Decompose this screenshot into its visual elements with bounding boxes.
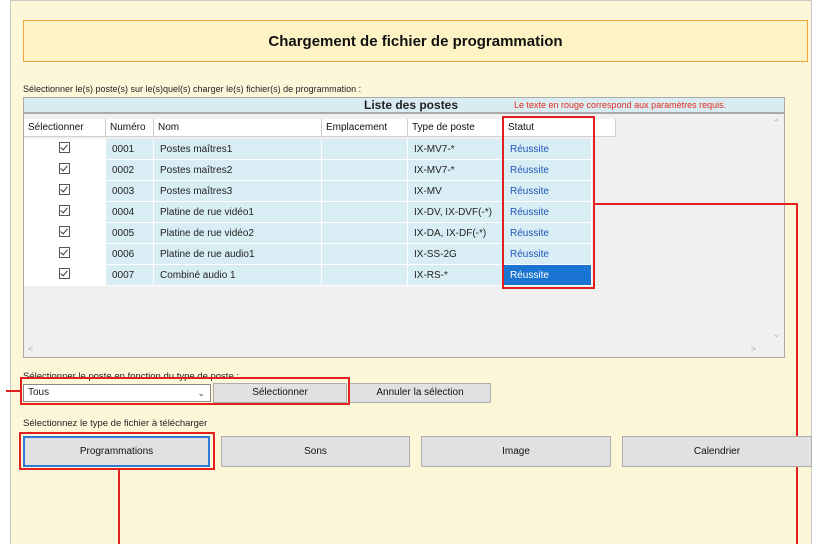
- image-button[interactable]: Image: [421, 436, 611, 467]
- scroll-up-icon[interactable]: ⌃: [773, 118, 780, 127]
- row-number: 0003: [106, 181, 154, 202]
- checkbox-checked-icon[interactable]: [59, 142, 70, 153]
- horizontal-scrollbar[interactable]: < >: [24, 343, 784, 357]
- row-name: Platine de rue audio1: [154, 244, 322, 265]
- row-number: 0002: [106, 160, 154, 181]
- row-name: Platine de rue vidéo1: [154, 202, 322, 223]
- row-checkbox[interactable]: [24, 139, 106, 160]
- required-params-note: Le texte en rouge correspond aux paramèt…: [514, 100, 727, 110]
- sons-button[interactable]: Sons: [221, 436, 410, 467]
- row-type: IX-RS-*: [408, 265, 504, 286]
- row-name: Platine de rue vidéo2: [154, 223, 322, 244]
- scroll-left-icon[interactable]: <: [28, 344, 33, 354]
- programmations-callout: [19, 432, 215, 470]
- row-number: 0004: [106, 202, 154, 223]
- callout-line: [595, 203, 798, 205]
- page-title: Chargement de fichier de programmation: [23, 20, 808, 62]
- row-location: [322, 160, 408, 181]
- col-header-number[interactable]: Numéro: [106, 119, 154, 137]
- row-name: Postes maîtres2: [154, 160, 322, 181]
- calendrier-button[interactable]: Calendrier: [622, 436, 812, 467]
- checkbox-checked-icon[interactable]: [59, 205, 70, 216]
- row-name: Postes maîtres1: [154, 139, 322, 160]
- row-number: 0005: [106, 223, 154, 244]
- row-checkbox[interactable]: [24, 223, 106, 244]
- row-location: [322, 202, 408, 223]
- row-location: [322, 265, 408, 286]
- row-type: IX-DA, IX-DF(-*): [408, 223, 504, 244]
- vertical-scrollbar[interactable]: ⌃ ⌄: [770, 114, 784, 357]
- filter-callout: [20, 377, 350, 405]
- row-number: 0006: [106, 244, 154, 265]
- status-column-callout: [502, 116, 595, 289]
- checkbox-checked-icon[interactable]: [59, 268, 70, 279]
- clear-selection-button[interactable]: Annuler la sélection: [349, 383, 491, 403]
- row-type: IX-SS-2G: [408, 244, 504, 265]
- station-list-title: Liste des postes: [364, 98, 459, 112]
- row-number: 0007: [106, 265, 154, 286]
- row-type: IX-MV7-*: [408, 139, 504, 160]
- row-number: 0001: [106, 139, 154, 160]
- row-location: [322, 181, 408, 202]
- scroll-right-icon[interactable]: >: [751, 344, 756, 354]
- col-header-name[interactable]: Nom: [154, 119, 322, 137]
- row-checkbox[interactable]: [24, 244, 106, 265]
- row-checkbox[interactable]: [24, 265, 106, 286]
- row-location: [322, 244, 408, 265]
- row-type: IX-MV: [408, 181, 504, 202]
- col-header-select[interactable]: Sélectionner: [24, 119, 106, 137]
- row-location: [322, 139, 408, 160]
- callout-line: [6, 390, 20, 392]
- row-checkbox[interactable]: [24, 160, 106, 181]
- station-list-header: Liste des postes Le texte en rouge corre…: [23, 97, 785, 113]
- callout-line: [118, 470, 120, 544]
- instruction-text: Sélectionner le(s) poste(s) sur le(s)que…: [23, 84, 362, 94]
- row-location: [322, 223, 408, 244]
- callout-line: [796, 203, 798, 544]
- checkbox-checked-icon[interactable]: [59, 226, 70, 237]
- col-header-type[interactable]: Type de poste: [408, 119, 504, 137]
- checkbox-checked-icon[interactable]: [59, 184, 70, 195]
- row-checkbox[interactable]: [24, 202, 106, 223]
- checkbox-checked-icon[interactable]: [59, 247, 70, 258]
- scroll-down-icon[interactable]: ⌄: [773, 330, 780, 339]
- col-header-location[interactable]: Emplacement: [322, 119, 408, 137]
- filetype-label: Sélectionnez le type de fichier à téléch…: [23, 418, 208, 429]
- row-name: Postes maîtres3: [154, 181, 322, 202]
- checkbox-checked-icon[interactable]: [59, 163, 70, 174]
- row-type: IX-DV, IX-DVF(-*): [408, 202, 504, 223]
- station-table[interactable]: Sélectionner Numéro Nom Emplacement Type…: [23, 113, 785, 358]
- row-type: IX-MV7-*: [408, 160, 504, 181]
- row-name: Combiné audio 1: [154, 265, 322, 286]
- row-checkbox[interactable]: [24, 181, 106, 202]
